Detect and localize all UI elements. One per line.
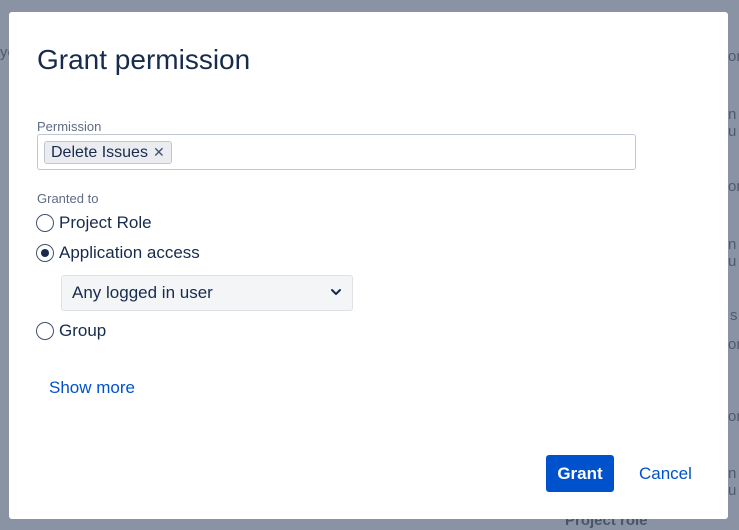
radio-button[interactable] (36, 244, 54, 262)
chevron-down-icon (331, 289, 341, 295)
show-more-link[interactable]: Show more (49, 378, 135, 398)
background-text: on (728, 336, 739, 353)
radio-button[interactable] (36, 214, 54, 232)
close-icon[interactable]: ✕ (153, 142, 165, 163)
background-text: on (728, 408, 739, 425)
select-value: Any logged in user (72, 283, 213, 302)
dialog-title: Grant permission (37, 44, 251, 75)
radio-label: Group (59, 321, 107, 340)
background-text: n u (728, 465, 737, 499)
permission-label: Permission (37, 119, 102, 134)
permission-input[interactable]: Delete Issues ✕ (37, 134, 636, 170)
radio-option-group[interactable]: Group (36, 321, 106, 341)
background-text: on (728, 48, 739, 65)
radio-label: Project Role (59, 213, 152, 232)
radio-option-project-role[interactable]: Project Role (36, 213, 152, 233)
grant-button[interactable]: Grant (546, 455, 614, 492)
permission-tag: Delete Issues ✕ (44, 141, 172, 164)
grant-permission-dialog: Grant permission Permission Delete Issue… (9, 12, 728, 519)
radio-option-application-access[interactable]: Application access (36, 243, 200, 263)
cancel-button[interactable]: Cancel (629, 455, 702, 492)
granted-to-label: Granted to (37, 191, 99, 206)
permission-tag-label: Delete Issues (51, 144, 148, 161)
application-access-select[interactable]: Any logged in user (61, 275, 353, 311)
background-text: s (730, 307, 738, 324)
background-text: n u (728, 106, 737, 140)
radio-button[interactable] (36, 322, 54, 340)
background-text: on (728, 178, 739, 195)
radio-label: Application access (59, 243, 200, 262)
background-text: n u (728, 236, 737, 270)
